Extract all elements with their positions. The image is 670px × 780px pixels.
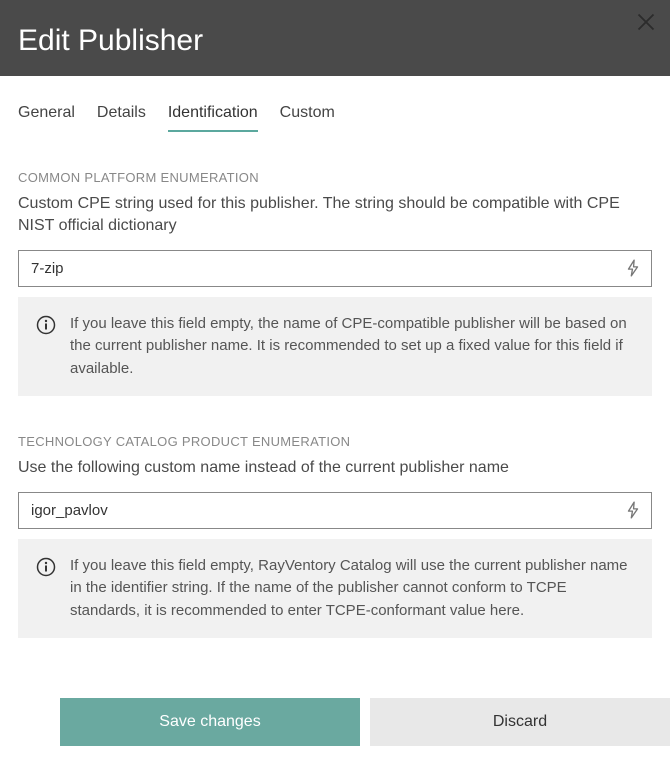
cpe-info-text: If you leave this field empty, the name … (70, 313, 634, 381)
cpe-label: COMMON PLATFORM ENUMERATION (18, 170, 652, 185)
dialog-title: Edit Publisher (18, 24, 652, 58)
tab-identification[interactable]: Identification (168, 104, 258, 132)
cpe-description: Custom CPE string used for this publishe… (18, 193, 652, 238)
tcpe-section: TECHNOLOGY CATALOG PRODUCT ENUMERATION U… (18, 434, 652, 638)
discard-button[interactable]: Discard (370, 698, 670, 746)
dialog-content: General Details Identification Custom CO… (0, 104, 670, 638)
tcpe-input-wrap (18, 492, 652, 529)
info-icon (36, 557, 56, 577)
cpe-input-wrap (18, 250, 652, 287)
tcpe-label: TECHNOLOGY CATALOG PRODUCT ENUMERATION (18, 434, 652, 449)
dialog-footer: Save changes Discard (0, 698, 670, 746)
close-icon (636, 12, 656, 32)
close-button[interactable] (636, 12, 656, 32)
tcpe-info-text: If you leave this field empty, RayVentor… (70, 555, 634, 623)
tcpe-input[interactable] (18, 492, 652, 529)
tcpe-description: Use the following custom name instead of… (18, 457, 652, 479)
tcpe-info-box: If you leave this field empty, RayVentor… (18, 539, 652, 639)
dialog-header: Edit Publisher (0, 0, 670, 76)
info-icon (36, 315, 56, 335)
tab-custom[interactable]: Custom (280, 104, 335, 132)
cpe-section: COMMON PLATFORM ENUMERATION Custom CPE s… (18, 170, 652, 396)
cpe-input[interactable] (18, 250, 652, 287)
tab-bar: General Details Identification Custom (18, 104, 652, 132)
tab-general[interactable]: General (18, 104, 75, 132)
tab-details[interactable]: Details (97, 104, 146, 132)
save-button[interactable]: Save changes (60, 698, 360, 746)
cpe-info-box: If you leave this field empty, the name … (18, 297, 652, 397)
